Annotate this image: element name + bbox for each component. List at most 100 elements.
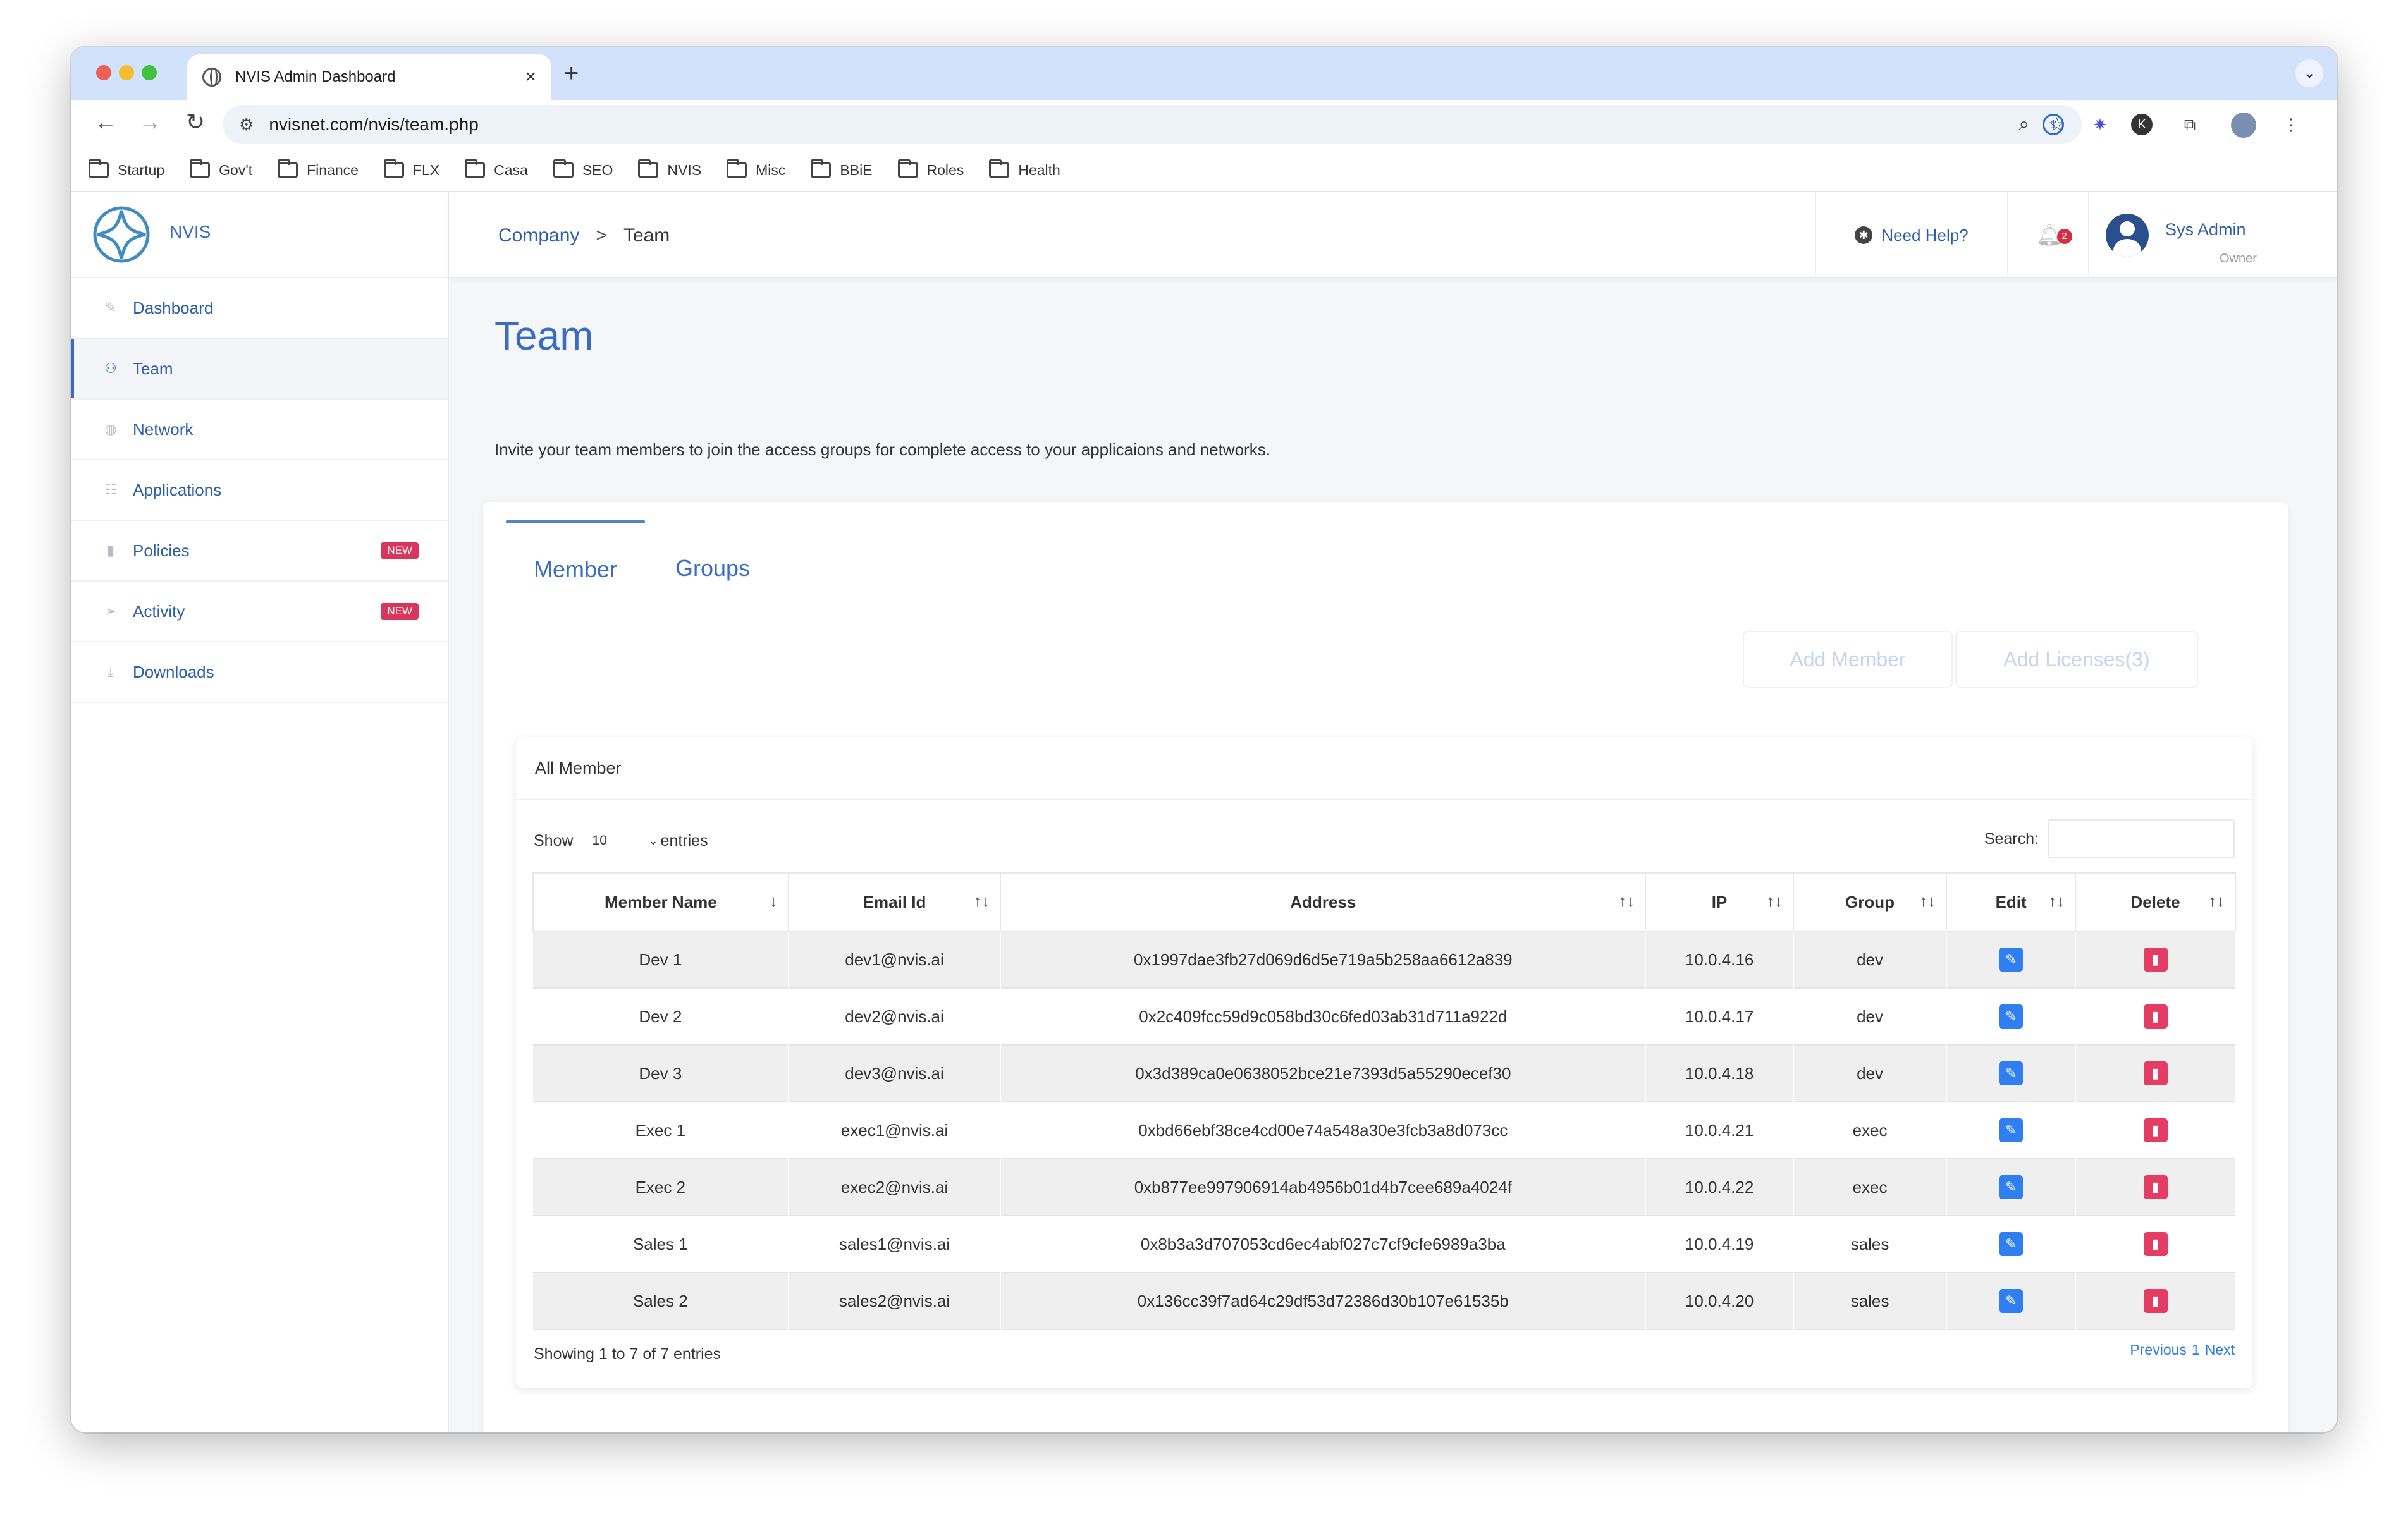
member-name-cell: Exec 2 — [533, 1159, 789, 1216]
search-control: Search: — [1984, 819, 2235, 858]
sidebar-item-network[interactable]: ◍ Network — [71, 400, 448, 460]
tab-title: NVIS Admin Dashboard — [235, 68, 396, 85]
breadcrumb-company-link[interactable]: Company — [498, 225, 579, 246]
extension-star-icon[interactable]: ✷ — [2087, 111, 2113, 138]
sidebar-item-applications[interactable]: ☷ Applications — [71, 460, 448, 521]
browser-tab[interactable]: NVIS Admin Dashboard × — [187, 54, 551, 100]
next-page-link[interactable]: Next — [2205, 1341, 2235, 1358]
column-header[interactable]: Address ↑↓ — [1000, 872, 1647, 932]
extension-k-icon[interactable]: K — [2131, 114, 2153, 135]
sidebar-item-policies[interactable]: ▮ Policies NEW — [71, 521, 448, 582]
group-cell: exec — [1793, 1159, 1948, 1216]
forward-arrow-icon[interactable]: → — [134, 109, 166, 135]
trash-icon[interactable]: ▮ — [2143, 1289, 2168, 1313]
column-header[interactable]: Group ↑↓ — [1793, 872, 1948, 932]
bookmark-item[interactable]: SEO — [553, 159, 613, 179]
column-header-label: Edit — [1995, 892, 2027, 912]
column-header[interactable]: IP ↑↓ — [1645, 872, 1794, 932]
tab-close-icon[interactable]: × — [525, 66, 536, 88]
edit-cell: ✎ — [1946, 1045, 2077, 1102]
delete-cell: ▮ — [2075, 931, 2236, 988]
globe-icon: ◍ — [104, 421, 117, 437]
email-cell: exec1@nvis.ai — [788, 1102, 1002, 1159]
download-icon: ⤓ — [108, 664, 114, 680]
bookmark-item[interactable]: Misc — [727, 159, 785, 179]
close-window-button[interactable] — [96, 65, 111, 80]
column-header[interactable]: Edit ↑↓ — [1946, 872, 2077, 932]
bookmark-item[interactable]: FLX — [383, 159, 439, 179]
reload-icon[interactable]: ↻ — [180, 109, 211, 135]
add-licenses-button[interactable]: Add Licenses(3) — [1955, 631, 2198, 688]
bookmark-item[interactable]: Gov't — [190, 159, 253, 179]
trash-icon[interactable]: ▮ — [2143, 1061, 2168, 1085]
member-name-cell: Dev 1 — [533, 931, 789, 988]
address-cell: 0x136cc39f7ad64c29df53d72386d30b107e6153… — [1000, 1273, 1647, 1329]
minimize-window-button[interactable] — [119, 65, 134, 80]
members-table-card: All Member Show 10 ⌄ entries Search: Memb… — [516, 737, 2252, 1388]
folder-icon — [727, 159, 747, 178]
notifications-button[interactable]: 🔔︎ 2 — [2011, 192, 2089, 278]
trash-icon[interactable]: ▮ — [2143, 1232, 2168, 1256]
edit-icon[interactable]: ✎ — [1999, 948, 2024, 972]
bookmark-label: Gov't — [219, 161, 253, 178]
page-1-link[interactable]: 1 — [2192, 1341, 2200, 1358]
bookmark-item[interactable]: Startup — [89, 159, 165, 179]
edit-icon[interactable]: ✎ — [1999, 1118, 2024, 1142]
column-header[interactable]: Delete ↑↓ — [2075, 872, 2236, 932]
edit-icon[interactable]: ✎ — [1999, 1289, 2024, 1313]
page-size-select[interactable]: 10 ⌄ — [587, 826, 658, 856]
table-heading: All Member — [516, 737, 2252, 800]
zoom-icon[interactable]: ⌕ — [2018, 114, 2029, 135]
edit-icon[interactable]: ✎ — [1999, 1175, 2024, 1199]
active-tab-indicator — [506, 520, 645, 523]
bookmark-item[interactable]: BBiE — [811, 159, 873, 179]
bookmark-item[interactable]: NVIS — [638, 159, 702, 179]
tab-search-chevron-icon[interactable]: ⌄ — [2295, 59, 2323, 87]
back-arrow-icon[interactable]: ← — [90, 109, 121, 135]
sidebar-item-activity[interactable]: ➢ Activity NEW — [71, 582, 448, 642]
edit-icon[interactable]: ✎ — [1999, 1061, 2024, 1085]
bookmark-item[interactable]: Casa — [465, 159, 528, 179]
bookmark-label: NVIS — [667, 161, 702, 178]
site-settings-icon[interactable]: ⚙ — [239, 115, 254, 135]
sidebar-item-downloads[interactable]: ⤓ Downloads — [71, 642, 448, 703]
trash-icon[interactable]: ▮ — [2143, 1175, 2168, 1199]
password-manager-icon[interactable]: 1 — [2042, 114, 2064, 135]
table-row: Sales 2 sales2@nvis.ai 0x136cc39f7ad64c29d… — [533, 1273, 2236, 1329]
need-help-button[interactable]: ✱ Need Help? — [1815, 192, 2008, 278]
search-input[interactable] — [2048, 819, 2235, 858]
email-cell: dev2@nvis.ai — [788, 988, 1002, 1045]
new-tab-button[interactable]: + — [564, 59, 579, 88]
profile-avatar-icon[interactable] — [2231, 113, 2256, 138]
sort-icon: ↑↓ — [1618, 891, 1635, 910]
extensions-puzzle-icon[interactable]: ⧉ — [2177, 111, 2203, 138]
bookmark-label: Startup — [118, 161, 165, 178]
previous-page-link[interactable]: Previous — [2130, 1341, 2186, 1358]
column-header[interactable]: Email Id ↑↓ — [788, 872, 1002, 932]
bookmark-item[interactable]: Health — [989, 159, 1060, 179]
trash-icon[interactable]: ▮ — [2143, 1004, 2168, 1029]
sidebar-item-dashboard[interactable]: ✎ Dashboard — [71, 278, 448, 339]
send-icon: ➢ — [104, 603, 117, 619]
tab-member[interactable]: Member — [534, 556, 617, 583]
bookmark-item[interactable]: Roles — [897, 159, 964, 179]
tab-strip: NVIS Admin Dashboard × + ⌄ — [71, 47, 2337, 100]
sidebar-item-team[interactable]: ⚇ Team — [71, 339, 448, 400]
bookmark-label: Health — [1018, 161, 1060, 178]
maximize-window-button[interactable] — [142, 65, 157, 80]
address-bar[interactable]: ⚙ nvisnet.com/nvis/team.php ⌕ ☆ — [223, 105, 2082, 144]
edit-icon[interactable]: ✎ — [1999, 1004, 2024, 1029]
user-role: Owner — [2220, 252, 2257, 266]
brand[interactable]: NVIS — [71, 192, 448, 278]
bookmark-label: Finance — [307, 161, 359, 178]
trash-icon[interactable]: ▮ — [2143, 948, 2168, 972]
column-header-label: Member Name — [604, 892, 717, 912]
edit-icon[interactable]: ✎ — [1999, 1232, 2024, 1256]
column-header[interactable]: Member Name ↓ — [532, 872, 789, 932]
trash-icon[interactable]: ▮ — [2143, 1118, 2168, 1142]
add-member-button[interactable]: Add Member — [1743, 631, 1953, 688]
column-header-label: Delete — [2130, 892, 2180, 912]
bookmark-item[interactable]: Finance — [278, 159, 359, 179]
browser-menu-icon[interactable]: ⋮ — [2278, 111, 2304, 138]
tab-groups[interactable]: Groups — [675, 555, 750, 582]
